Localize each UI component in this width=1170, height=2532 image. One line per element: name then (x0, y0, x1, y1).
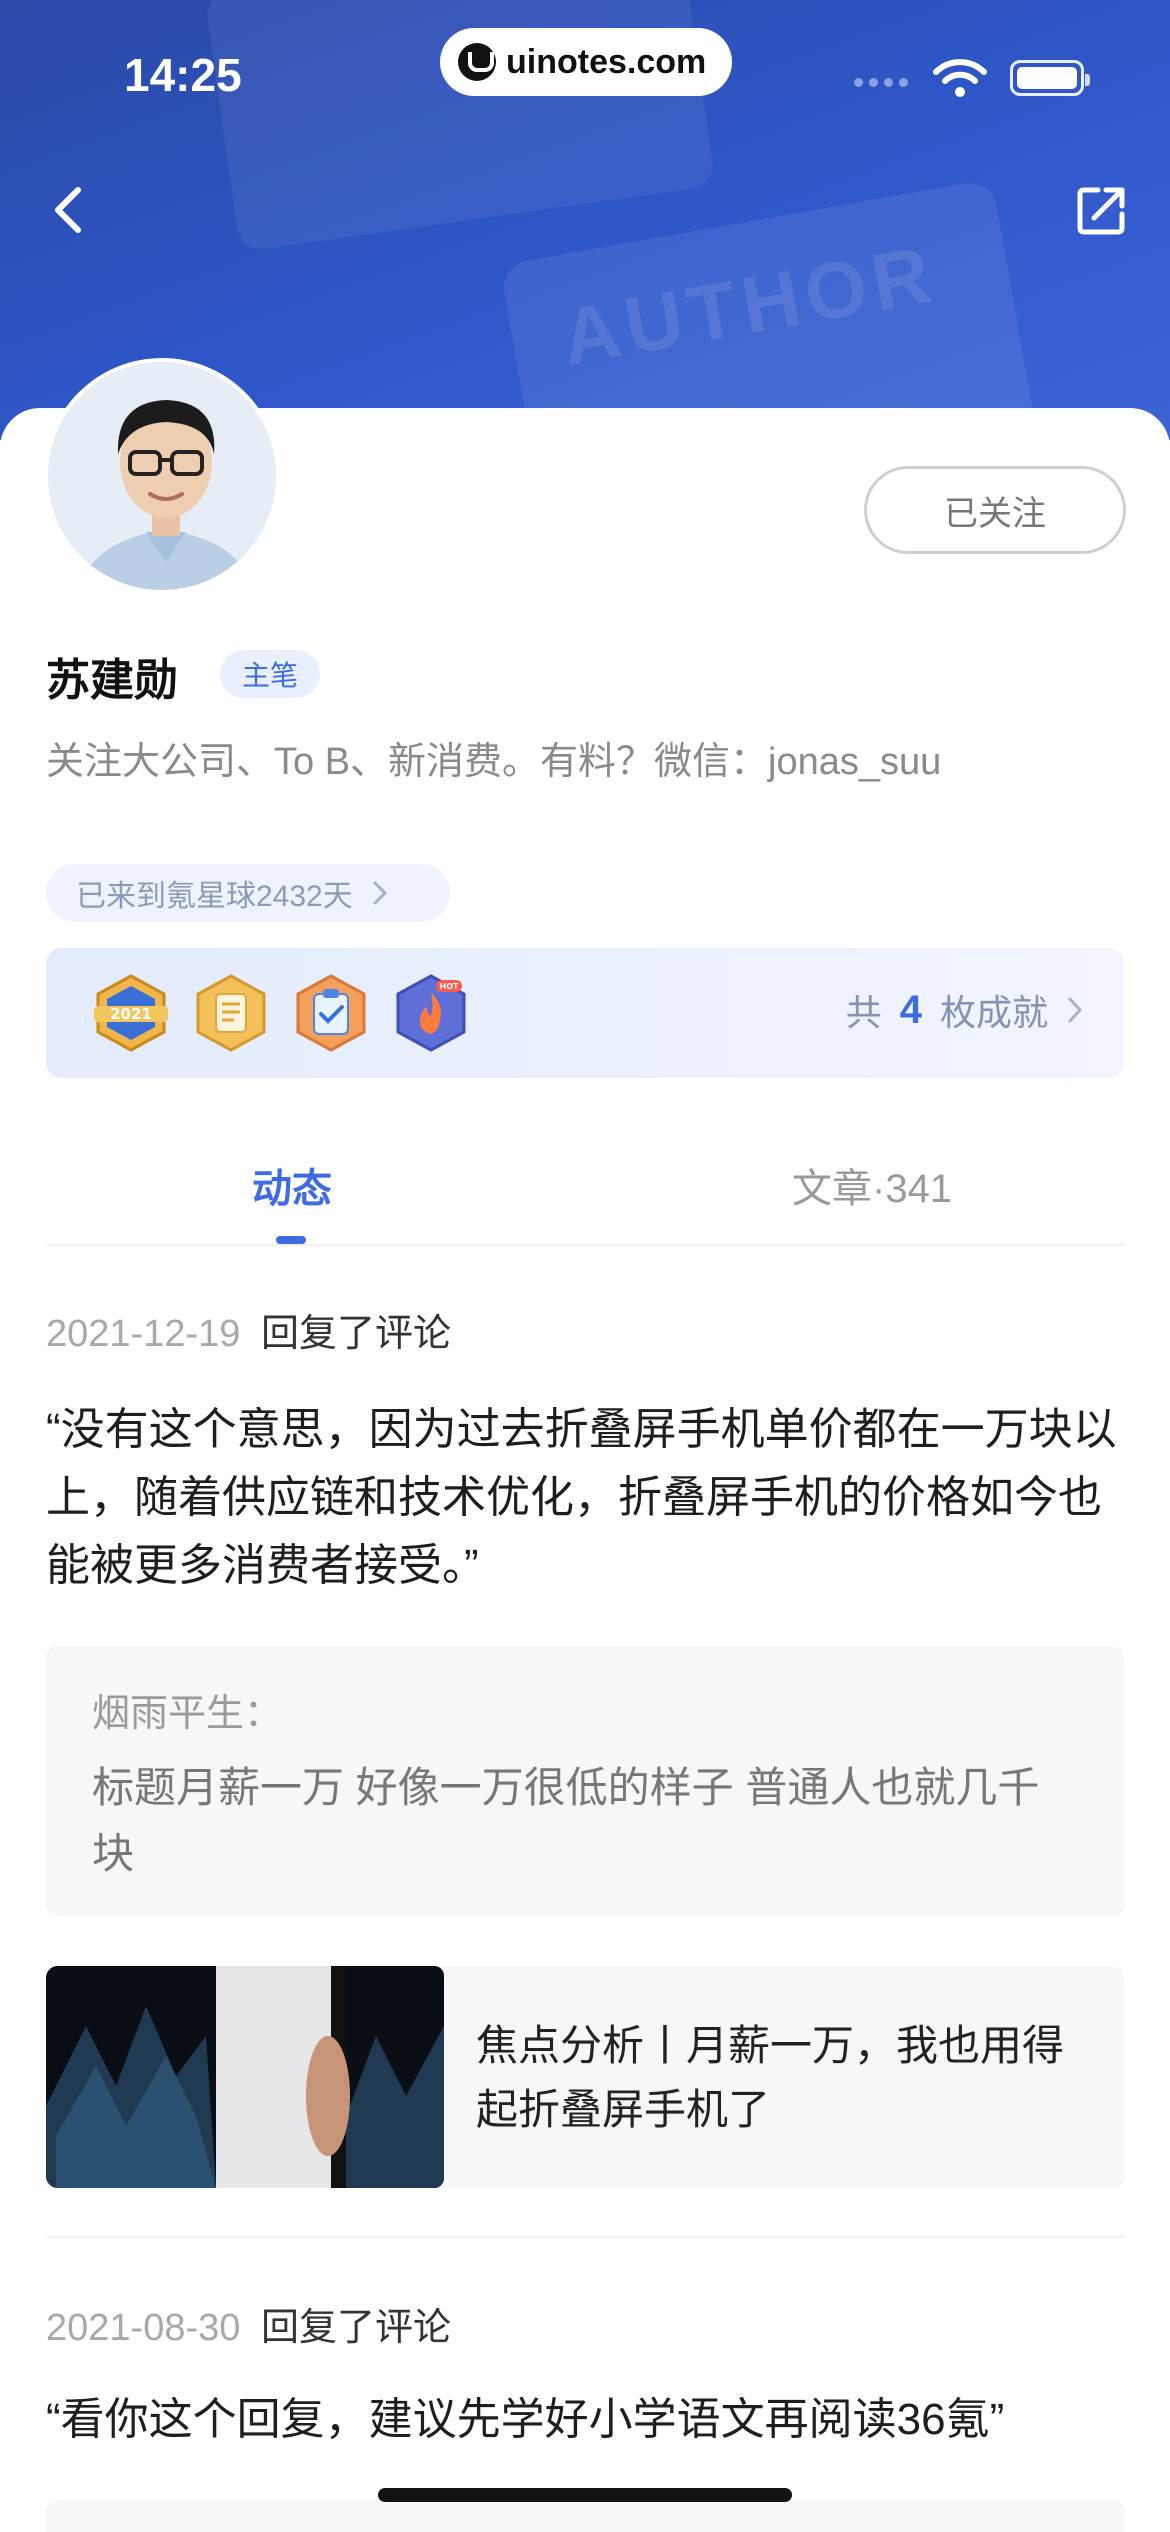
achievement-prefix: 共 (845, 992, 882, 1033)
content-tabs: 动态 文章·341 (46, 1118, 1124, 1246)
battery-icon (1010, 60, 1090, 96)
author-bio: 关注大公司、To B、新消费。有料？微信：jonas_suu (46, 741, 942, 783)
uinotes-logo-icon (458, 43, 496, 81)
chevron-right-icon (1068, 997, 1083, 1023)
article-thumbnail (46, 1966, 444, 2188)
feed-action: 回复了评论 (260, 2307, 451, 2349)
days-on-platform-pill[interactable]: 已来到氪星球2432天 (46, 864, 450, 922)
comment-text: 标题月薪一万 好像一万很低的样子 普通人也就几千块 (92, 1764, 1040, 1877)
share-button[interactable] (1072, 180, 1132, 240)
feed-item-meta: 2021-08-30 回复了评论 (46, 2296, 451, 2351)
achievement-count-label: 共 4 枚成就 (846, 984, 1084, 1036)
original-comment-box[interactable]: 烟雨平生： 标题月薪一万 好像一万很低的样子 普通人也就几千块 (46, 1646, 1124, 1916)
badge-hot-fire-icon: HOT (396, 974, 466, 1052)
url-pill: uinotes.com (440, 28, 732, 96)
comment-author: 烟雨平生： (92, 1693, 283, 1735)
wifi-icon (933, 59, 987, 97)
feed-action: 回复了评论 (260, 1313, 451, 1355)
author-name: 苏建勋 (46, 656, 178, 705)
original-comment-box (46, 2500, 1124, 2532)
follow-status-button[interactable]: 已关注 (864, 466, 1126, 554)
status-bar-time: 14:25 (124, 49, 242, 101)
days-label: 已来到氪星球2432天 (76, 880, 353, 913)
signal-dots-icon (854, 78, 908, 87)
badge-2021-icon: 2021 (94, 974, 168, 1052)
role-badge: 主笔 (220, 650, 320, 698)
active-tab-indicator (276, 1236, 306, 1244)
svg-text:HOT: HOT (440, 982, 459, 991)
feed-date: 2021-12-19 (46, 1313, 241, 1355)
url-text: uinotes.com (506, 42, 707, 81)
badge-document-icon (196, 974, 266, 1052)
article-title: 焦点分析丨月薪一万，我也用得起折叠屏手机了 (476, 2022, 1065, 2133)
feed-divider (46, 2236, 1124, 2238)
back-button[interactable] (40, 180, 100, 240)
home-indicator[interactable] (378, 2488, 792, 2502)
achievements-banner[interactable]: 2021 HOT 共 4 枚成就 (46, 948, 1124, 1078)
chevron-right-icon (373, 881, 387, 905)
author-avatar[interactable] (44, 358, 280, 594)
achievement-suffix: 枚成就 (939, 992, 1048, 1033)
tab-articles[interactable]: 文章·341 (792, 1156, 952, 1214)
badge-clipboard-icon (296, 974, 366, 1052)
tab-activity[interactable]: 动态 (252, 1156, 332, 1214)
reply-quote[interactable]: “看你这个回复，建议先学好小学语文再阅读36氪” (46, 2386, 1136, 2454)
achievement-count: 4 (899, 987, 922, 1032)
feed-date: 2021-08-30 (46, 2307, 241, 2349)
reply-quote[interactable]: “没有这个意思，因为过去折叠屏手机单价都在一万块以上，随着供应链和技术优化，折叠… (46, 1396, 1136, 1600)
feed-item-meta: 2021-12-19 回复了评论 (46, 1302, 451, 1357)
linked-article-card[interactable]: 焦点分析丨月薪一万，我也用得起折叠屏手机了 (46, 1966, 1124, 2188)
svg-text:2021: 2021 (110, 1005, 152, 1023)
